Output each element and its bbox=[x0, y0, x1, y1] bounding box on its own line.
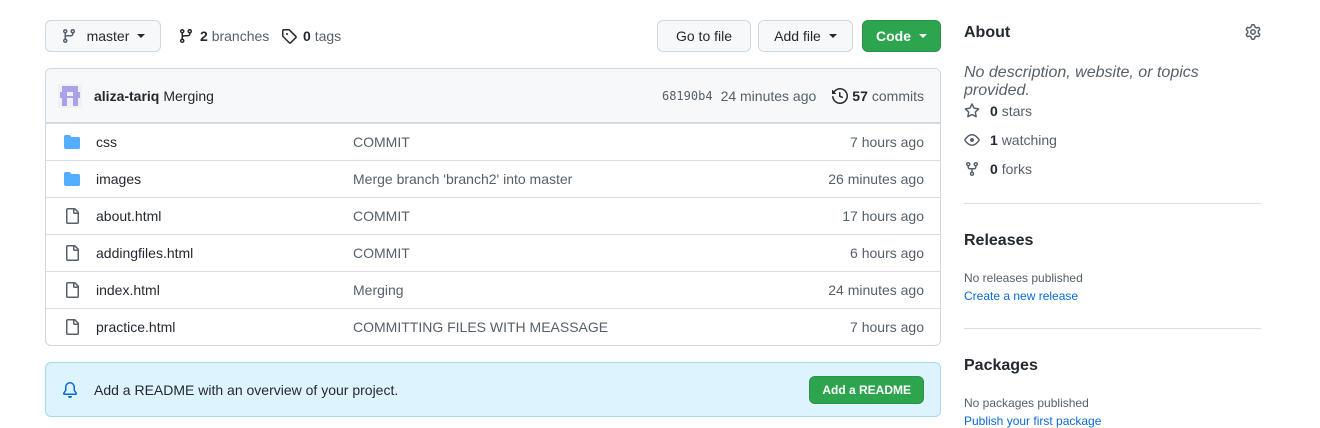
commit-message-link[interactable]: Merging bbox=[163, 88, 214, 104]
add-file-button[interactable]: Add file bbox=[758, 20, 853, 52]
go-to-file-label: Go to file bbox=[675, 28, 733, 44]
file-row-about: about.html COMMIT 17 hours ago bbox=[46, 197, 940, 234]
file-row-images: images Merge branch 'branch2' into maste… bbox=[46, 160, 940, 197]
commit-sha-link[interactable]: 68190b4 bbox=[662, 89, 713, 103]
branch-select-button[interactable]: master bbox=[45, 20, 161, 52]
file-name-link[interactable]: practice.html bbox=[96, 319, 353, 335]
file-row-practice: practice.html COMMITTING FILES WITH MEAS… bbox=[46, 308, 940, 345]
avatar[interactable] bbox=[58, 83, 82, 108]
stars-label: stars bbox=[1001, 103, 1033, 119]
file-commit-message-link[interactable]: COMMIT bbox=[353, 134, 850, 150]
watching-label: watching bbox=[1001, 132, 1057, 148]
commits-label: commits bbox=[871, 87, 924, 104]
file-commit-message-link[interactable]: Merge branch 'branch2' into master bbox=[353, 171, 828, 187]
create-release-link[interactable]: Create a new release bbox=[964, 289, 1078, 303]
divider bbox=[964, 328, 1261, 329]
code-button[interactable]: Code bbox=[862, 20, 941, 52]
tags-link[interactable]: 0 tags bbox=[281, 20, 341, 52]
file-commit-message-link[interactable]: COMMIT bbox=[353, 208, 842, 224]
readme-banner: Add a README with an overview of your pr… bbox=[45, 362, 941, 417]
commits-history-link[interactable]: 57 commits bbox=[832, 88, 924, 104]
file-icon bbox=[64, 282, 80, 298]
commit-time: 24 minutes ago bbox=[720, 87, 817, 104]
forks-label: forks bbox=[1001, 161, 1033, 177]
latest-commit-bar: aliza-tariq Merging 68190b4 24 minutes a… bbox=[46, 69, 940, 123]
releases-title[interactable]: Releases bbox=[964, 232, 1033, 250]
tags-label: tags bbox=[314, 28, 342, 44]
file-name-link[interactable]: about.html bbox=[96, 208, 353, 224]
publish-package-link[interactable]: Publish your first package bbox=[964, 414, 1101, 428]
bell-icon bbox=[62, 381, 78, 398]
history-icon bbox=[832, 87, 849, 104]
branch-icon bbox=[179, 29, 192, 44]
forks-link[interactable]: 0 forks bbox=[964, 161, 1032, 177]
tag-icon bbox=[282, 29, 297, 44]
releases-empty-text: No releases published bbox=[964, 271, 1083, 285]
commits-count: 57 bbox=[852, 87, 868, 104]
watching-link[interactable]: 1 watching bbox=[964, 132, 1057, 148]
forks-count: 0 bbox=[990, 161, 998, 177]
file-row-css: css COMMIT 7 hours ago bbox=[46, 123, 940, 160]
stars-link[interactable]: 0 stars bbox=[964, 103, 1032, 119]
readme-banner-text: Add a README with an overview of your pr… bbox=[94, 381, 399, 398]
chevron-down-icon bbox=[919, 34, 927, 38]
eye-icon bbox=[964, 134, 980, 146]
tags-count: 0 bbox=[303, 28, 311, 44]
file-age: 17 hours ago bbox=[842, 208, 924, 224]
file-age: 6 hours ago bbox=[850, 245, 924, 261]
file-age: 7 hours ago bbox=[850, 134, 924, 150]
file-name-link[interactable]: images bbox=[96, 171, 353, 187]
fork-icon bbox=[966, 162, 978, 177]
file-icon bbox=[64, 319, 80, 335]
folder-icon bbox=[64, 134, 80, 150]
commit-author-link[interactable]: aliza-tariq bbox=[94, 88, 159, 104]
branches-label: branches bbox=[211, 28, 270, 44]
folder-icon bbox=[64, 171, 80, 187]
branch-icon bbox=[62, 29, 75, 44]
gear-icon[interactable] bbox=[1245, 24, 1261, 40]
about-title: About bbox=[964, 24, 1011, 41]
file-icon bbox=[64, 208, 80, 224]
file-commit-message-link[interactable]: Merging bbox=[353, 282, 828, 298]
file-name-link[interactable]: css bbox=[96, 134, 353, 150]
branches-count: 2 bbox=[200, 28, 208, 44]
file-listing: aliza-tariq Merging 68190b4 24 minutes a… bbox=[45, 68, 941, 346]
packages-title[interactable]: Packages bbox=[964, 357, 1038, 375]
watching-count: 1 bbox=[990, 132, 998, 148]
file-row-addingfiles: addingfiles.html COMMIT 6 hours ago bbox=[46, 234, 940, 271]
chevron-down-icon bbox=[828, 34, 837, 38]
file-icon bbox=[64, 245, 80, 261]
branches-link[interactable]: 2 branches bbox=[178, 20, 269, 52]
chevron-down-icon bbox=[137, 34, 146, 38]
divider bbox=[964, 203, 1261, 204]
file-age: 26 minutes ago bbox=[828, 171, 924, 187]
go-to-file-button[interactable]: Go to file bbox=[657, 20, 751, 52]
stars-count: 0 bbox=[990, 103, 998, 119]
file-row-index: index.html Merging 24 minutes ago bbox=[46, 271, 940, 308]
add-readme-button[interactable]: Add a README bbox=[809, 375, 924, 404]
file-commit-message-link[interactable]: COMMITTING FILES WITH MEASSAGE bbox=[353, 319, 850, 335]
file-age: 24 minutes ago bbox=[828, 282, 924, 298]
star-icon bbox=[964, 103, 980, 118]
code-label: Code bbox=[876, 28, 911, 44]
file-name-link[interactable]: addingfiles.html bbox=[96, 245, 353, 261]
file-name-link[interactable]: index.html bbox=[96, 282, 353, 298]
sidebar: About No description, website, or topics… bbox=[964, 20, 1261, 428]
add-file-label: Add file bbox=[774, 28, 821, 44]
about-description: No description, website, or topics provi… bbox=[964, 64, 1199, 99]
packages-empty-text: No packages published bbox=[964, 396, 1089, 410]
file-commit-message-link[interactable]: COMMIT bbox=[353, 245, 850, 261]
file-age: 7 hours ago bbox=[850, 319, 924, 335]
branch-name: master bbox=[86, 28, 130, 44]
